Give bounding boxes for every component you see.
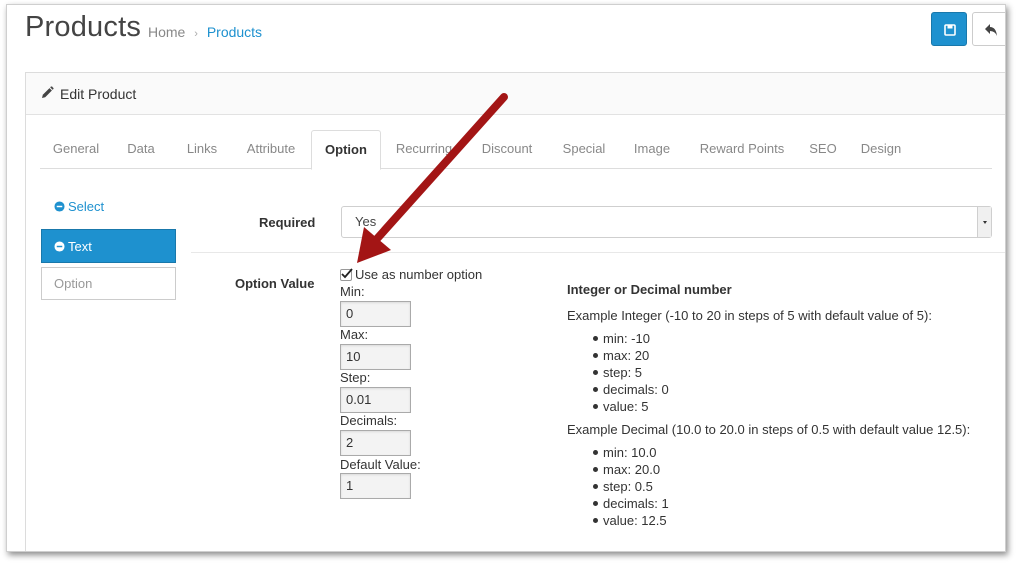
save-button[interactable] bbox=[931, 12, 967, 46]
breadcrumb-home[interactable]: Home bbox=[148, 24, 185, 40]
tab-links[interactable]: Links bbox=[178, 130, 226, 169]
row-divider bbox=[191, 252, 1005, 253]
step-input[interactable]: 0.01 bbox=[340, 387, 411, 413]
list-item: max: 20.0 bbox=[593, 461, 987, 478]
help-heading: Integer or Decimal number bbox=[567, 282, 732, 297]
decimals-label: Decimals: bbox=[340, 413, 398, 428]
tab-option[interactable]: Option bbox=[311, 130, 381, 170]
list-item: step: 0.5 bbox=[593, 478, 987, 495]
use-number-option-row[interactable]: Use as number option bbox=[340, 267, 482, 282]
tab-attribute[interactable]: Attribute bbox=[236, 130, 306, 169]
option-autocomplete-input[interactable]: Option bbox=[41, 267, 176, 300]
list-item: decimals: 1 bbox=[593, 495, 987, 512]
list-item: min: -10 bbox=[593, 330, 987, 347]
list-item: min: 10.0 bbox=[593, 444, 987, 461]
back-button[interactable] bbox=[972, 12, 1005, 46]
minus-circle-icon[interactable] bbox=[54, 241, 65, 252]
option-value-label: Option Value bbox=[235, 276, 315, 291]
max-label: Max: bbox=[340, 327, 369, 342]
panel-title: Edit Product bbox=[60, 86, 137, 102]
help-decimal-intro: Example Decimal (10.0 to 20.0 in steps o… bbox=[567, 422, 971, 437]
sidebar-item-text[interactable]: Text bbox=[41, 229, 176, 263]
sidebar-item-label: Select bbox=[68, 199, 105, 214]
minus-circle-icon[interactable] bbox=[54, 201, 65, 212]
sidebar-item-label: Text bbox=[68, 239, 92, 254]
tab-design[interactable]: Design bbox=[852, 130, 910, 169]
default-value-input[interactable]: 1 bbox=[340, 473, 411, 499]
breadcrumb-products[interactable]: Products bbox=[207, 24, 262, 40]
tab-general[interactable]: General bbox=[40, 130, 112, 169]
sidebar-item-select[interactable]: Select bbox=[54, 199, 104, 214]
step-label: Step: bbox=[340, 370, 371, 385]
tab-recurring[interactable]: Recurring bbox=[386, 130, 462, 169]
help-integer-intro: Example Integer (-10 to 20 in steps of 5… bbox=[567, 308, 932, 323]
breadcrumb: Home › Products bbox=[148, 24, 262, 40]
min-input[interactable]: 0 bbox=[340, 301, 411, 327]
edit-product-panel: Edit Product General Data Links Attribut… bbox=[25, 72, 1005, 551]
list-item: max: 20 bbox=[593, 347, 987, 364]
use-number-checkbox[interactable] bbox=[340, 268, 353, 281]
list-item: step: 5 bbox=[593, 364, 987, 381]
default-value-label: Default Value: bbox=[340, 457, 421, 472]
breadcrumb-separator: › bbox=[194, 28, 198, 40]
reply-icon bbox=[985, 24, 997, 36]
tab-discount[interactable]: Discount bbox=[469, 130, 545, 169]
tab-image[interactable]: Image bbox=[624, 130, 680, 169]
min-label: Min: bbox=[340, 284, 365, 299]
pencil-icon bbox=[42, 86, 54, 98]
screenshot-frame: Products Home › Products Edit Product Ge… bbox=[6, 4, 1006, 552]
tab-special[interactable]: Special bbox=[551, 130, 617, 169]
panel-heading: Edit Product bbox=[26, 73, 1005, 115]
required-select[interactable]: Yes bbox=[341, 206, 992, 238]
select-arrow[interactable] bbox=[977, 207, 991, 237]
list-item: decimals: 0 bbox=[593, 381, 987, 398]
tab-reward-points[interactable]: Reward Points bbox=[690, 130, 794, 169]
required-label: Required bbox=[259, 215, 316, 230]
tab-seo[interactable]: SEO bbox=[802, 130, 844, 169]
use-number-label: Use as number option bbox=[355, 267, 483, 282]
tab-data[interactable]: Data bbox=[118, 130, 164, 169]
list-item: value: 5 bbox=[593, 398, 987, 415]
product-tabs: General Data Links Attribute Option Recu… bbox=[40, 130, 992, 170]
caret-down-icon bbox=[983, 221, 987, 224]
number-option-help: Integer or Decimal number Example Intege… bbox=[567, 282, 987, 536]
save-icon bbox=[944, 24, 956, 36]
help-decimal-list: min: 10.0 max: 20.0 step: 0.5 decimals: … bbox=[593, 444, 987, 529]
page-title: Products bbox=[25, 11, 142, 43]
help-integer-list: min: -10 max: 20 step: 5 decimals: 0 val… bbox=[593, 330, 987, 415]
check-icon bbox=[341, 268, 353, 279]
decimals-input[interactable]: 2 bbox=[340, 430, 411, 456]
max-input[interactable]: 10 bbox=[340, 344, 411, 370]
list-item: value: 12.5 bbox=[593, 512, 987, 529]
required-select-value: Yes bbox=[355, 214, 377, 229]
